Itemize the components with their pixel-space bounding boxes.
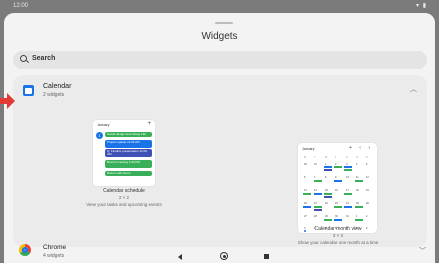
svg-text:6: 6	[304, 176, 306, 179]
svg-text:M: M	[304, 156, 306, 159]
month-grid: MTWTFSS 30 31 1 2 3 4 5 6 7 8 9 10 11 12 13 14 15 16 17 1…	[303, 156, 369, 232]
system-status-icons: ▾ ▮	[416, 3, 427, 9]
svg-text:5: 5	[366, 163, 368, 166]
svg-text:W: W	[325, 156, 328, 159]
svg-text:10: 10	[346, 176, 349, 179]
drag-handle[interactable]	[215, 22, 233, 24]
svg-text:30: 30	[335, 215, 338, 218]
preview-event: Brunch meeting 1:00 PM	[105, 160, 152, 168]
preview-month: January	[302, 147, 315, 151]
widget-size: 2 × 2	[118, 195, 130, 200]
recents-icon[interactable]	[264, 254, 269, 259]
preview-month: January	[97, 123, 110, 127]
search-bar[interactable]: Search	[13, 51, 427, 69]
svg-text:19: 19	[366, 189, 369, 192]
svg-text:25: 25	[356, 202, 359, 205]
page-title: Widgets	[201, 31, 238, 42]
svg-text:29: 29	[325, 215, 328, 218]
widget-description: Show your calendar one month at a time	[297, 240, 379, 245]
svg-text:16: 16	[335, 189, 338, 192]
add-icon: +	[147, 121, 151, 127]
widget-name: Calendar month view	[314, 226, 362, 232]
svg-text:F: F	[346, 156, 348, 159]
svg-text:27: 27	[304, 215, 307, 218]
widget-count: 2 widgets	[43, 92, 65, 98]
svg-text:S: S	[366, 156, 368, 159]
svg-text:20: 20	[304, 202, 307, 205]
svg-text:2: 2	[366, 215, 368, 218]
svg-text:18: 18	[356, 189, 359, 192]
svg-text:T: T	[335, 156, 337, 159]
svg-text:12: 12	[366, 176, 369, 179]
svg-text:14: 14	[314, 189, 317, 192]
calendar-month-preview[interactable]: MTWTFSS 30 31 1 2 3 4 5 6 7 8 9 10 11 12 13 14 15 16 17 1…	[298, 143, 377, 233]
preview-event: Social design team Deep Life	[105, 132, 152, 137]
widget-description: View your tasks and upcoming events	[86, 202, 162, 207]
search-label: Search	[32, 55, 56, 62]
widget-name: Calendar schedule	[103, 188, 145, 194]
svg-text:1: 1	[356, 215, 358, 218]
svg-text:21: 21	[314, 202, 317, 205]
svg-text:28: 28	[314, 215, 317, 218]
calendar-app-icon	[23, 85, 34, 96]
preview-event: Q. Finalize presentation 12:00 AM	[105, 149, 152, 157]
svg-text:17: 17	[346, 189, 349, 192]
svg-text:9: 9	[335, 176, 337, 179]
preview-day: 1	[96, 132, 103, 139]
preview-event: Dinner with Amos	[105, 171, 152, 176]
navigation-bar	[0, 249, 439, 263]
widgets-sheet: Widgets Search Calendar 2 widgets ︿ Janu…	[4, 13, 435, 263]
svg-text:1: 1	[325, 163, 327, 166]
svg-text:T: T	[314, 156, 316, 159]
back-icon[interactable]	[178, 254, 182, 260]
status-bar: 12:00 ▾ ▮	[0, 0, 439, 12]
svg-text:24: 24	[346, 202, 349, 205]
svg-text:13: 13	[304, 189, 307, 192]
svg-text:11: 11	[356, 176, 359, 179]
svg-text:31: 31	[314, 163, 317, 166]
calendar-widgets-panel: Calendar 2 widgets ︿ January + 1 Social …	[13, 75, 427, 247]
home-icon[interactable]	[220, 252, 228, 260]
svg-text:23: 23	[335, 202, 338, 205]
svg-text:3: 3	[346, 163, 348, 166]
svg-text:7: 7	[314, 176, 316, 179]
svg-text:2: 2	[335, 163, 337, 166]
preview-event: Project update 11:00 AM	[105, 140, 152, 148]
calendar-schedule-preview[interactable]: January + 1 Social design team Deep Life…	[93, 120, 155, 186]
svg-text:S: S	[356, 156, 358, 159]
svg-text:8: 8	[325, 176, 327, 179]
svg-text:31: 31	[346, 215, 349, 218]
chevron-up-icon[interactable]: ︿	[410, 86, 417, 93]
svg-text:22: 22	[325, 202, 328, 205]
svg-text:4: 4	[356, 163, 358, 166]
svg-text:15: 15	[325, 189, 328, 192]
app-name: Calendar	[43, 83, 72, 90]
widget-size: 3 × 3	[332, 233, 344, 238]
svg-text:26: 26	[366, 202, 369, 205]
annotation-arrow-icon	[0, 93, 15, 109]
month-nav-controls: + ‹ ›	[348, 145, 373, 151]
svg-text:30: 30	[304, 163, 307, 166]
status-time: 12:00	[13, 3, 29, 9]
search-icon	[20, 55, 27, 62]
